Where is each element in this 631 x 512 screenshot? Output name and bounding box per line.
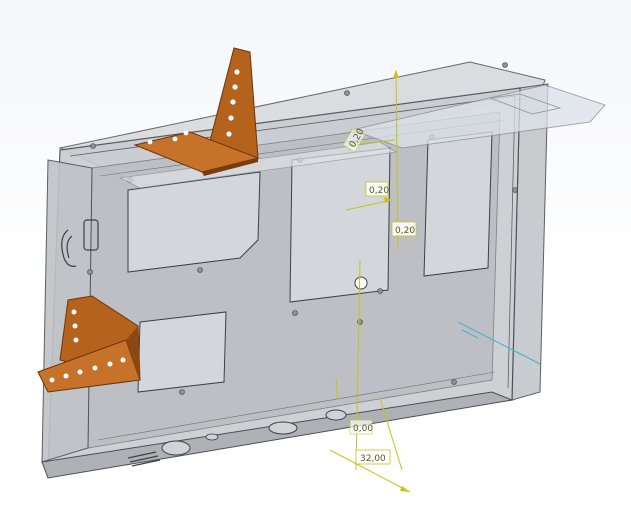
dimension-label-4: 32,00	[355, 449, 391, 465]
svg-text:32,00: 32,00	[360, 454, 386, 464]
svg-text:0,20: 0,20	[395, 226, 415, 236]
dimension-label-5: 0,00	[349, 419, 373, 435]
cad-viewport[interactable]: 0,20 0,20 0,20 32,00 0,00	[0, 0, 631, 512]
cad-model-canvas[interactable]: 0,20 0,20 0,20 32,00 0,00	[0, 0, 631, 512]
svg-text:0,00: 0,00	[353, 424, 373, 434]
svg-text:0,20: 0,20	[369, 186, 389, 196]
dimension-label-1: 0,20	[365, 181, 389, 197]
dimension-label-2: 0,20	[391, 221, 417, 237]
